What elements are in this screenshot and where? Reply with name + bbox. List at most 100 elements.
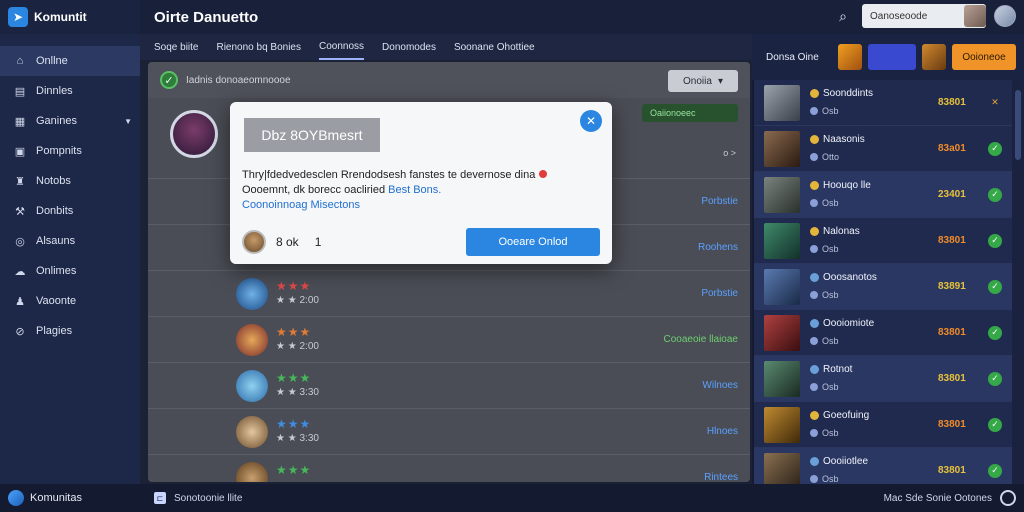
sidebar-item-donbits[interactable]: ⚒ Donbits xyxy=(0,196,140,226)
row-link[interactable]: Cooaeoie llaioae xyxy=(663,334,738,345)
row-link[interactable]: Wilnoes xyxy=(702,380,738,391)
row-link[interactable]: Porbstie xyxy=(701,196,738,207)
check-icon[interactable]: ✓ xyxy=(988,233,1002,248)
list-item[interactable]: ★★★ Rintees xyxy=(148,454,750,482)
score: 83801 xyxy=(938,327,966,338)
sub-icon xyxy=(810,429,818,437)
check-icon[interactable]: ✓ xyxy=(988,141,1002,156)
list-item[interactable]: Oooiomiote Osb 83801 ✓ xyxy=(754,310,1012,356)
sidebar-item-label: Dinnles xyxy=(36,85,73,97)
player-sub: Osb xyxy=(810,244,839,254)
warning-icon xyxy=(539,170,548,178)
list-item[interactable]: Ooosanotos Osb 83891 ✓ xyxy=(754,264,1012,310)
document-icon: ▤ xyxy=(14,85,26,98)
bottom-brand[interactable]: Komunitas xyxy=(0,490,140,506)
star-rating-icon: ★★★ xyxy=(276,463,312,477)
check-icon[interactable]: ✓ xyxy=(988,417,1002,432)
sidebar-item-label: Onllne xyxy=(36,55,68,67)
close-icon[interactable]: ✕ xyxy=(580,110,602,132)
sidebar-item-vaoonte[interactable]: ♟ Vaoonte xyxy=(0,286,140,316)
featured-avatar[interactable] xyxy=(170,110,218,158)
sub-icon xyxy=(810,153,818,161)
dialog-title: Dbz 8OYBmesrt xyxy=(244,118,380,152)
sidebar-item-pompnits[interactable]: ▣ Pompnits xyxy=(0,136,140,166)
sub-icon xyxy=(810,245,818,253)
player-sub-text: Osb xyxy=(822,474,839,484)
tab-4[interactable]: Donomodes xyxy=(382,34,436,60)
check-icon[interactable]: ✓ xyxy=(988,371,1002,386)
right-panel-title: Donsa Oine xyxy=(766,51,819,63)
thumbnail-icon[interactable] xyxy=(868,44,916,70)
list-item[interactable]: ★★★ ★ ★ 2:00 Porbstie xyxy=(148,270,750,316)
confirm-button[interactable]: Ooeare Onlod xyxy=(466,228,600,256)
player-name-text: Naasonis xyxy=(823,134,865,145)
sub-icon xyxy=(810,475,818,483)
player-name-text: Oooiiotlee xyxy=(823,456,869,467)
list-item[interactable]: Rotnot Osb 83801 ✓ xyxy=(754,356,1012,402)
home-icon: ⌂ xyxy=(16,55,24,67)
score: 83801 xyxy=(938,235,966,246)
tab-5[interactable]: Soonane Ohottiee xyxy=(454,34,535,60)
filter-select-label: Onoiia xyxy=(683,75,712,87)
gear-icon[interactable] xyxy=(1000,490,1016,506)
scrollbar[interactable] xyxy=(1012,80,1024,484)
dialog-secondary-link[interactable]: Coonoinnoag Misectons xyxy=(242,199,360,211)
player-name-text: Ooosanotos xyxy=(823,272,877,283)
sidebar-item-plagies[interactable]: ⊘ Plagies xyxy=(0,316,140,346)
users-icon: ♜ xyxy=(15,175,25,188)
tab-1[interactable]: Soqe biite xyxy=(154,34,198,60)
check-icon[interactable]: ✓ xyxy=(988,279,1002,294)
top-right-controls: ⌕ Oanoseoode xyxy=(832,4,1016,28)
user-chip[interactable]: Oanoseoode xyxy=(862,4,986,28)
chevron-down-icon[interactable]: ▼ xyxy=(124,117,132,126)
check-icon[interactable]: ✓ xyxy=(988,187,1002,202)
list-item[interactable]: Goeofuing Osb 83801 ✓ xyxy=(754,402,1012,448)
page-title: Oirte Danuetto xyxy=(154,8,259,26)
list-item[interactable]: Soonddints Osb 83801 ✕ xyxy=(754,80,1012,126)
thumbnail-icon[interactable] xyxy=(838,44,862,70)
list-item[interactable]: ★★★ ★ ★ 2:00 Cooaeoie llaioae xyxy=(148,316,750,362)
list-item[interactable]: Hoouqo lle Osb 23401 ✓ xyxy=(754,172,1012,218)
tab-2[interactable]: Rienono bq Bonies xyxy=(216,34,301,60)
tab-3[interactable]: Coonnoss xyxy=(319,34,365,60)
player-thumbnail xyxy=(764,268,800,305)
row-link[interactable]: Hlnoes xyxy=(707,426,738,437)
check-icon[interactable]: ✓ xyxy=(988,325,1002,340)
dialog-link[interactable]: Best Bons. xyxy=(388,184,441,196)
scroll-thumb[interactable] xyxy=(1015,90,1021,160)
player-sub: Otto xyxy=(810,152,839,162)
sidebar-item-dinnles[interactable]: ▤ Dinnles xyxy=(0,76,140,106)
row-link[interactable]: Roohens xyxy=(698,242,738,253)
row-link[interactable]: Porbstie xyxy=(701,288,738,299)
check-icon[interactable]: ✓ xyxy=(988,463,1002,478)
list-item[interactable]: Naasonis Otto 83a01 ✓ xyxy=(754,126,1012,172)
sidebar-item-alsauns[interactable]: ◎ Alsauns xyxy=(0,226,140,256)
star-icon[interactable]: ✕ xyxy=(988,96,1002,110)
sidebar-item-onlimes[interactable]: ☁ Onlimes xyxy=(0,256,140,286)
profile-avatar[interactable] xyxy=(994,5,1016,27)
feature-more-link[interactable]: o > xyxy=(723,148,736,158)
row-avatar xyxy=(236,461,268,482)
sidebar-item-online[interactable]: ⌂ Onllne xyxy=(0,46,140,76)
status-text: Sonotoonie llite xyxy=(174,492,243,504)
tab-bar: Soqe biite Rienono bq Bonies Coonnoss Do… xyxy=(140,34,752,60)
sidebar-item-label: Ganines xyxy=(36,115,77,127)
sidebar-item-ganines[interactable]: ▦ Ganines ▼ xyxy=(0,106,140,136)
list-item[interactable]: ★★★ ★ ★ 3:30 Hlnoes xyxy=(148,408,750,454)
bottom-right: Mac Sde Sonie Ootones xyxy=(884,490,1016,506)
sidebar-item-notobs[interactable]: ♜ Notobs xyxy=(0,166,140,196)
row-avatar xyxy=(236,369,268,402)
player-sub-text: Osb xyxy=(822,428,839,438)
compass-icon: ⊘ xyxy=(15,325,25,338)
leaderboard-list: Soonddints Osb 83801 ✕ Naasonis Otto 83a… xyxy=(752,80,1012,494)
score: 83891 xyxy=(938,281,966,292)
row-link[interactable]: Rintees xyxy=(704,472,738,482)
list-item[interactable]: Nalonas Osb 83801 ✓ xyxy=(754,218,1012,264)
filter-select[interactable]: Onoiia ▾ xyxy=(668,70,738,92)
search-icon[interactable]: ⌕ xyxy=(832,5,854,27)
thumbnail-icon[interactable] xyxy=(922,44,946,70)
list-item[interactable]: ★★★ ★ ★ 3:30 Wilnoes xyxy=(148,362,750,408)
player-sub: Osb xyxy=(810,336,839,346)
brand[interactable]: ➤ Komuntit xyxy=(0,0,140,34)
right-panel-button[interactable]: Ooioneoe xyxy=(952,44,1016,70)
